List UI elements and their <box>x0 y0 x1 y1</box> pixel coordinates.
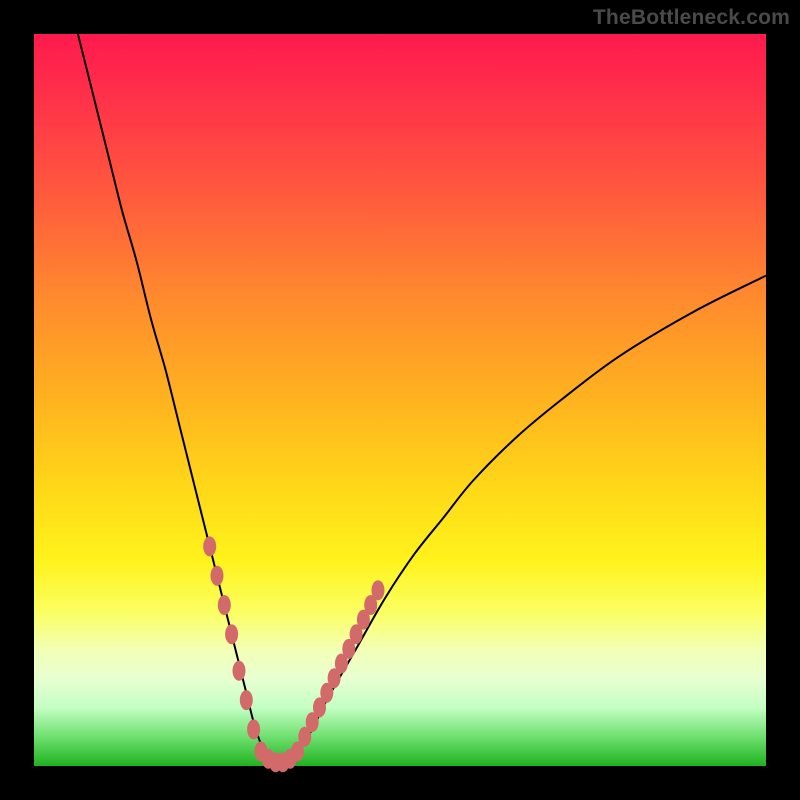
highlight-marker <box>211 566 224 586</box>
highlight-marker <box>372 580 385 600</box>
highlight-marker <box>240 690 253 710</box>
highlight-marker <box>233 661 246 681</box>
bottleneck-curve <box>78 34 766 766</box>
highlight-marker <box>247 719 260 739</box>
highlight-marker <box>218 595 231 615</box>
plot-area <box>34 34 766 766</box>
chart-frame: TheBottleneck.com <box>0 0 800 800</box>
chart-svg <box>34 34 766 766</box>
watermark-text: TheBottleneck.com <box>593 6 790 30</box>
highlight-marker <box>225 624 238 644</box>
highlight-markers <box>203 536 384 772</box>
highlight-marker <box>203 536 216 556</box>
